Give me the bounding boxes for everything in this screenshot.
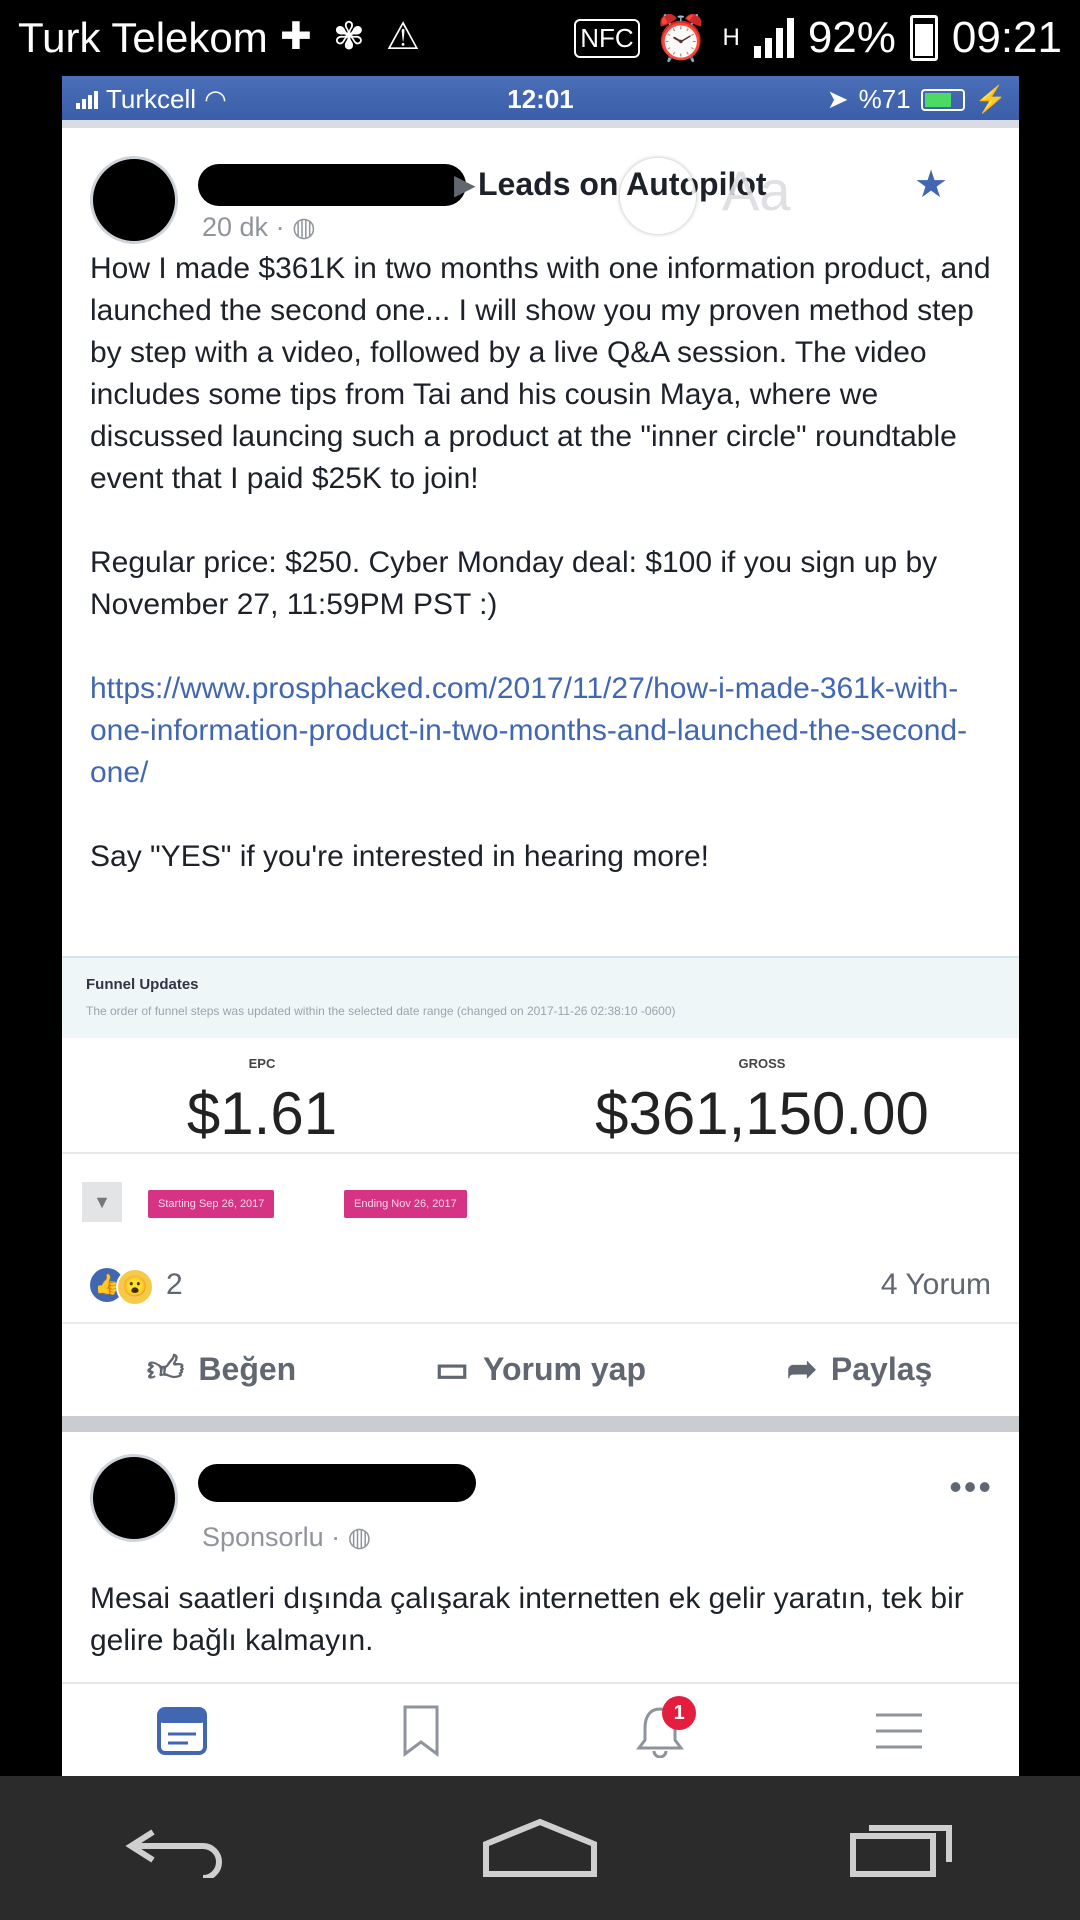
back-icon[interactable] bbox=[123, 1818, 233, 1878]
menu-icon bbox=[876, 1713, 923, 1749]
globe-icon: ◍ bbox=[347, 1522, 372, 1552]
sponsored-post: ••• Sponsorlu · ◍ Mesai saatleri dışında… bbox=[62, 1432, 1019, 1682]
redacted-author-name bbox=[198, 1464, 476, 1502]
network-type: H bbox=[722, 24, 740, 51]
carrier-name: Turk Telekom bbox=[18, 14, 268, 61]
funnel-updates-banner: Funnel Updates The order of funnel steps… bbox=[62, 956, 1019, 1038]
news-feed-icon bbox=[156, 1707, 207, 1755]
wow-reaction-icon: 😮 bbox=[116, 1268, 154, 1306]
star-icon[interactable]: ★ bbox=[914, 162, 948, 207]
recent-apps-icon[interactable] bbox=[847, 1818, 957, 1878]
battery-icon bbox=[920, 88, 965, 111]
thumbs-up-icon: 👍︎ bbox=[146, 1348, 185, 1389]
comment-count[interactable]: 4 Yorum bbox=[881, 1268, 991, 1302]
post-paragraph: Regular price: $250. Cyber Monday deal: … bbox=[90, 546, 938, 621]
avatar[interactable] bbox=[90, 1454, 178, 1542]
share-label: Paylaş bbox=[830, 1350, 933, 1387]
tab-saved[interactable] bbox=[301, 1684, 540, 1776]
sponsored-label: Sponsorlu · ◍ bbox=[202, 1522, 372, 1552]
nfc-icon: NFC bbox=[574, 18, 640, 58]
ios-status-bar: Turkcell ◠ 12:01 ➤ %71 ⚡ bbox=[62, 76, 1019, 120]
post-link[interactable]: https://www.prosphacked.com/2017/11/27/h… bbox=[90, 672, 967, 789]
share-button[interactable]: ➦ Paylaş bbox=[700, 1322, 1019, 1416]
sponsored-text: Mesai saatleri dışında çalışarak interne… bbox=[90, 1582, 964, 1657]
gross-stat: GROSS $361,150.00 bbox=[562, 1056, 962, 1148]
notification-badge: 1 bbox=[662, 1696, 697, 1730]
battery-icon bbox=[909, 15, 938, 61]
like-label: Beğen bbox=[198, 1350, 297, 1387]
comment-icon: ▭ bbox=[434, 1348, 469, 1389]
battery-percent: 92% bbox=[807, 13, 896, 62]
android-nav-bar bbox=[0, 1776, 1080, 1920]
facebook-screen: Turkcell ◠ 12:01 ➤ %71 ⚡ ▶ Leads on Auto… bbox=[62, 76, 1019, 1776]
status-right: NFC ⏰ H 92% 09:21 bbox=[574, 12, 1062, 64]
device-status-bar: Turk Telekom ✚ ✾ ⚠ NFC ⏰ H 92% 09:21 bbox=[0, 0, 1080, 76]
starting-date-pill: Starting Sep 26, 2017 bbox=[148, 1190, 275, 1218]
avatar[interactable] bbox=[90, 156, 178, 244]
ios-battery-percent: %71 bbox=[858, 84, 911, 114]
epc-label: EPC bbox=[248, 1056, 276, 1071]
tab-menu[interactable] bbox=[780, 1684, 1019, 1776]
redacted-author-name bbox=[198, 164, 466, 206]
more-options-icon[interactable]: ••• bbox=[949, 1466, 993, 1508]
arrow-right-icon: ▶ bbox=[454, 169, 476, 200]
post-paragraph: How I made $361K in two months with one … bbox=[90, 252, 991, 495]
epc-value: $1.61 bbox=[186, 1080, 338, 1147]
funnel-title: Funnel Updates bbox=[86, 976, 199, 993]
tab-news-feed[interactable] bbox=[62, 1684, 301, 1776]
action-bar: 👍︎ Beğen ▭ Yorum yap ➦ Paylaş bbox=[62, 1322, 1019, 1416]
charging-icon: ⚡ bbox=[974, 84, 1007, 114]
reaction-count: 2 bbox=[166, 1268, 183, 1301]
filter-icon: ▼ bbox=[82, 1182, 122, 1222]
font-icon: Aa bbox=[722, 159, 791, 222]
home-icon[interactable] bbox=[480, 1816, 600, 1880]
date-filters: ▼ Starting Sep 26, 2017 Ending Nov 26, 2… bbox=[62, 1152, 1019, 1242]
post-closing: Say "YES" if you're interested in hearin… bbox=[90, 840, 709, 873]
comment-button[interactable]: ▭ Yorum yap bbox=[381, 1322, 700, 1416]
like-button[interactable]: 👍︎ Beğen bbox=[62, 1322, 381, 1416]
globe-icon: ◍ bbox=[292, 212, 316, 242]
clock: 09:21 bbox=[951, 13, 1062, 62]
gross-label: GROSS bbox=[738, 1056, 786, 1071]
ending-date-pill: Ending Nov 26, 2017 bbox=[344, 1190, 467, 1218]
alarm-icon: ⏰ bbox=[653, 14, 709, 63]
share-icon: ➦ bbox=[786, 1348, 817, 1389]
post-header: ▶ Leads on Autopilot 20 dk · ◍ Aa ★ bbox=[62, 128, 1019, 248]
tab-notifications[interactable]: 1 bbox=[541, 1684, 780, 1776]
location-icon: ➤ bbox=[826, 84, 849, 114]
signal-icon bbox=[753, 18, 794, 58]
stats-panel: EPC $1.61 GROSS $361,150.00 bbox=[62, 1036, 1019, 1154]
epc-stat: EPC $1.61 bbox=[162, 1056, 362, 1148]
divider bbox=[62, 120, 1019, 128]
comment-label: Yorum yap bbox=[483, 1350, 646, 1387]
reactions-row[interactable]: 👍 😮 2 4 Yorum bbox=[62, 1242, 1019, 1324]
funnel-subtitle: The order of funnel steps was updated wi… bbox=[86, 1004, 676, 1018]
status-icons: ✚ ✾ ⚠ bbox=[280, 16, 420, 58]
post-body: How I made $361K in two months with one … bbox=[62, 248, 1019, 878]
post-separator bbox=[62, 1416, 1019, 1432]
post-time: 20 dk · ◍ bbox=[202, 212, 316, 242]
gross-value: $361,150.00 bbox=[595, 1080, 929, 1147]
bookmark-icon bbox=[403, 1705, 439, 1757]
tab-bar: 1 bbox=[62, 1682, 1019, 1776]
emoji-icon bbox=[620, 158, 696, 234]
